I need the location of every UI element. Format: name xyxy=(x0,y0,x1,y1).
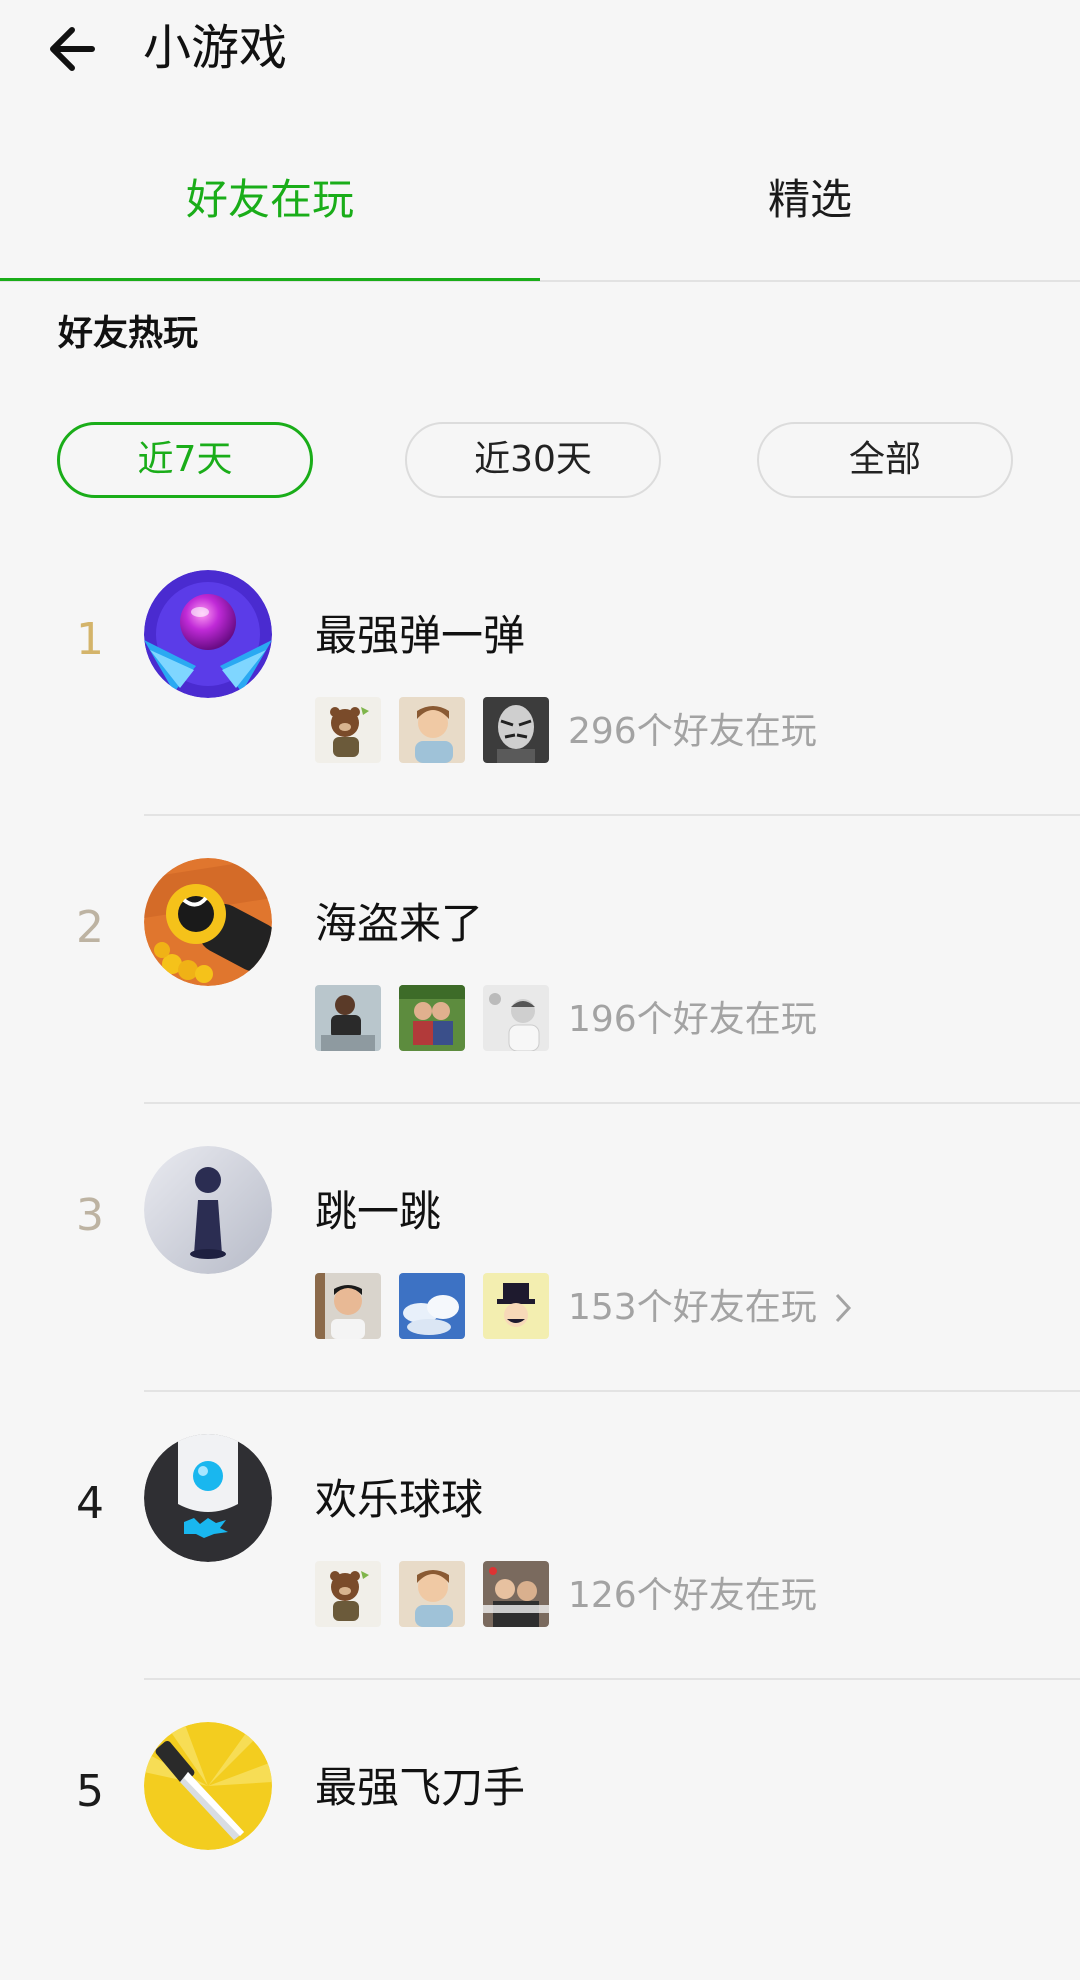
active-tab-indicator xyxy=(0,278,540,281)
filter-7-days[interactable]: 近7天 xyxy=(57,422,313,498)
game-row-4[interactable]: 4 欢乐球球 126个好友在玩 xyxy=(0,1404,1080,1692)
friend-avatar xyxy=(483,985,549,1051)
game-name: 最强飞刀手 xyxy=(315,1763,526,1812)
game-name: 欢乐球球 xyxy=(315,1475,484,1524)
filter-30-days[interactable]: 近30天 xyxy=(405,422,661,498)
rank-number: 1 xyxy=(76,614,104,665)
friend-avatar xyxy=(483,1273,549,1339)
game-name: 海盗来了 xyxy=(315,899,484,948)
row-divider xyxy=(144,1678,1080,1680)
friends-playing-count: 196个好友在玩 xyxy=(568,999,817,1040)
tab-featured[interactable]: 精选 xyxy=(540,140,1080,280)
friend-avatar xyxy=(315,1561,381,1627)
back-button[interactable] xyxy=(40,14,110,84)
friends-playing-count: 296个好友在玩 xyxy=(568,711,817,752)
section-title: 好友热玩 xyxy=(58,314,199,354)
friend-avatar xyxy=(399,985,465,1051)
knife-icon xyxy=(144,1722,272,1850)
game-row-1[interactable]: 1 最强弹一弹 296个好友在玩 xyxy=(0,540,1080,828)
arrow-left-icon xyxy=(50,27,95,71)
tab-bar: 好友在玩 精选 xyxy=(0,140,1080,282)
rank-number: 5 xyxy=(76,1766,104,1817)
friend-avatar xyxy=(315,1273,381,1339)
chevron-right-icon xyxy=(835,1293,852,1323)
friends-playing-count: 153个好友在玩 xyxy=(568,1287,817,1328)
friend-avatar xyxy=(399,1273,465,1339)
page-title: 小游戏 xyxy=(143,20,288,76)
top-bar: 小游戏 xyxy=(0,0,1080,100)
row-divider xyxy=(144,1102,1080,1104)
purple-ball-icon xyxy=(144,570,272,698)
friend-avatar xyxy=(315,985,381,1051)
tab-friends-playing[interactable]: 好友在玩 xyxy=(0,140,540,280)
game-name: 最强弹一弹 xyxy=(315,611,526,660)
friend-avatar xyxy=(315,697,381,763)
friend-avatar xyxy=(399,1561,465,1627)
filter-all[interactable]: 全部 xyxy=(757,422,1013,498)
rank-number: 2 xyxy=(76,902,104,953)
game-row-5[interactable]: 5 最强飞刀手 xyxy=(0,1692,1080,1980)
row-divider xyxy=(144,814,1080,816)
blue-ball-icon xyxy=(144,1434,272,1562)
game-name: 跳一跳 xyxy=(315,1187,442,1236)
row-divider xyxy=(144,1390,1080,1392)
friend-avatar xyxy=(483,1561,549,1627)
pirate-cannon-icon xyxy=(144,858,272,986)
game-row-2[interactable]: 2 海盗来了 196个好友在玩 xyxy=(0,828,1080,1116)
jump-piece-icon xyxy=(144,1146,272,1274)
rank-number: 3 xyxy=(76,1190,104,1241)
friends-playing-count: 126个好友在玩 xyxy=(568,1575,817,1616)
rank-number: 4 xyxy=(76,1478,104,1529)
friend-avatar xyxy=(399,697,465,763)
friend-avatar xyxy=(483,697,549,763)
game-row-3[interactable]: 3 跳一跳 153个好友在玩 xyxy=(0,1116,1080,1404)
